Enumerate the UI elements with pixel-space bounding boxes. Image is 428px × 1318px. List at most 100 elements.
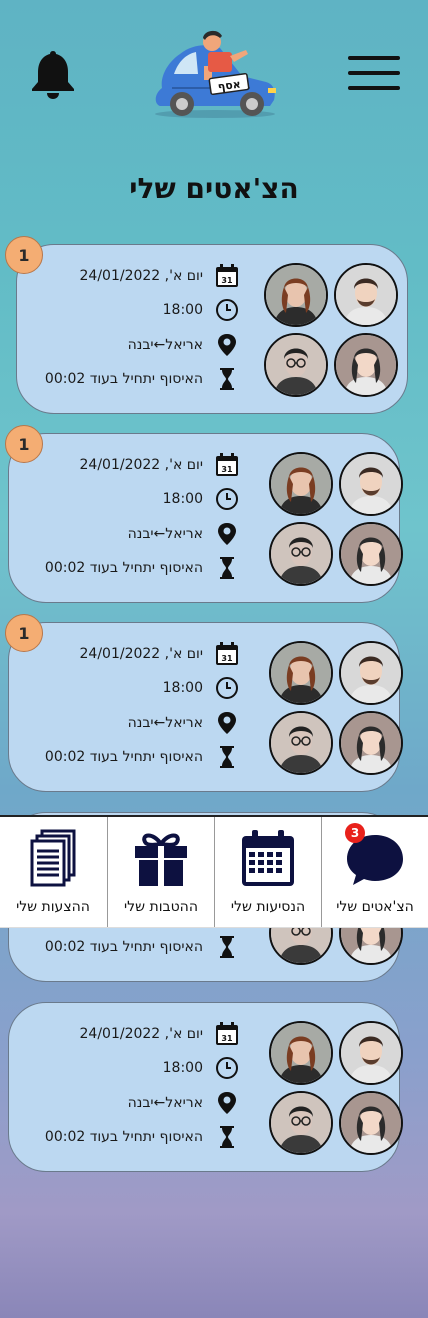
ride-time-row: 18:00 [163, 297, 239, 323]
clock-icon [216, 488, 238, 510]
gift-icon [135, 833, 187, 886]
calendar-icon [242, 830, 294, 886]
ride-date-row: 31 יום א', 24/01/2022 [80, 641, 240, 667]
hourglass-icon [215, 935, 239, 959]
ride-time-row: 18:00 [163, 675, 239, 701]
ride-route: אריאל←יבנה [127, 526, 203, 542]
ride-date-row: 31 יום א', 24/01/2022 [80, 1021, 240, 1047]
chat-card[interactable]: 31 יום א', 24/01/2022 18:00 אריאל←יבנה ה… [8, 622, 403, 792]
location-pin-icon [218, 1092, 236, 1114]
calendar-small-icon: 31 [215, 1022, 239, 1046]
pickup-countdown-row: האיסוף יתחיל בעוד 00:02 [45, 744, 239, 770]
ride-route-row: אריאל←יבנה [128, 1090, 239, 1116]
page-title: הצ'אטים שלי [129, 172, 299, 205]
location-pin-icon [218, 523, 236, 545]
location-pin-icon [218, 334, 236, 356]
nav-chats[interactable]: 3 הצ'אטים שלי [322, 817, 428, 927]
avatar [269, 1091, 333, 1155]
chats-count-badge: 3 [345, 823, 365, 843]
avatar [269, 711, 333, 775]
nav-perks[interactable]: ההטבות שלי [108, 817, 214, 927]
location-pin-icon [215, 333, 239, 357]
ride-route-row: אריאל←יבנה [128, 710, 239, 736]
pickup-countdown-row: האיסוף יתחיל בעוד 00:02 [45, 1124, 239, 1150]
clock-icon [215, 1056, 239, 1080]
ride-route-row: אריאל←יבנה [128, 521, 239, 547]
avatar [269, 452, 333, 516]
calendar-small-icon: 31 [216, 642, 238, 665]
hourglass-icon [220, 368, 234, 390]
ride-time: 18:00 [162, 680, 203, 696]
location-pin-icon [215, 1091, 239, 1115]
avatar [339, 522, 403, 586]
nav-divider [214, 817, 215, 927]
hourglass-icon [220, 746, 234, 768]
calendar-small-icon: 31 [216, 1022, 238, 1045]
nav-offers[interactable]: ההצעות שלי [0, 817, 106, 927]
documents-icon [30, 829, 76, 887]
calendar-small-icon: 31 [216, 453, 238, 476]
svg-text:31: 31 [221, 1034, 233, 1043]
chat-card[interactable]: 31 יום א', 24/01/2022 18:00 אריאל←יבנה ה… [8, 1002, 403, 1172]
avatar [269, 1021, 333, 1085]
pickup-countdown: האיסוף יתחיל בעוד 00:02 [44, 939, 203, 955]
avatar [264, 333, 328, 397]
pickup-countdown-row: האיסוף יתחיל בעוד 00:02 [45, 934, 239, 960]
nav-rides-label: הנסיעות שלי [230, 899, 306, 915]
clock-icon [216, 677, 238, 699]
avatar [339, 711, 403, 775]
pickup-countdown-row: האיסוף יתחיל בעוד 00:02 [45, 555, 239, 581]
nav-rides[interactable]: הנסיעות שלי [215, 817, 321, 927]
pickup-countdown: האיסוף יתחיל בעוד 00:02 [44, 749, 203, 765]
nav-perks-label: ההטבות שלי [124, 899, 198, 915]
pickup-countdown-row: האיסוף יתחיל בעוד 00:02 [45, 366, 239, 392]
calendar-small-icon: 31 [215, 264, 239, 288]
ride-date: יום א', 24/01/2022 [79, 457, 204, 473]
ride-route: אריאל←יבנה [127, 715, 203, 731]
ride-time-row: 18:00 [163, 486, 239, 512]
hourglass-icon [220, 936, 234, 958]
hourglass-icon [215, 745, 239, 769]
ride-time: 18:00 [162, 491, 203, 507]
car-logo: אסף [155, 30, 276, 118]
ride-date: יום א', 24/01/2022 [79, 268, 204, 284]
pickup-countdown: האיסוף יתחיל בעוד 00:02 [44, 560, 203, 576]
ride-route: אריאל←יבנה [127, 337, 203, 353]
calendar-small-icon: 31 [215, 642, 239, 666]
hourglass-icon [220, 557, 234, 579]
location-pin-icon [218, 712, 236, 734]
hourglass-icon [220, 1126, 234, 1148]
avatar [339, 1091, 403, 1155]
menu-icon[interactable] [348, 56, 402, 92]
svg-text:31: 31 [221, 654, 233, 663]
clock-icon [215, 676, 239, 700]
bell-icon[interactable] [30, 48, 76, 100]
location-pin-icon [215, 711, 239, 735]
avatar [269, 641, 333, 705]
ride-time: 18:00 [162, 302, 203, 318]
ride-time-row: 18:00 [163, 1055, 239, 1081]
svg-text:31: 31 [221, 465, 233, 474]
clock-icon [216, 299, 238, 321]
hourglass-icon [215, 1125, 239, 1149]
unread-count-badge: 1 [5, 236, 43, 274]
chat-card[interactable]: 31 יום א', 24/01/2022 18:00 אריאל←יבנה ה… [16, 244, 408, 414]
hourglass-icon [215, 556, 239, 580]
pickup-countdown: האיסוף יתחיל בעוד 00:02 [44, 371, 203, 387]
avatar [334, 333, 398, 397]
pickup-countdown: האיסוף יתחיל בעוד 00:02 [44, 1129, 203, 1145]
calendar-small-icon: 31 [216, 264, 238, 287]
avatar [339, 1021, 403, 1085]
chat-card[interactable]: 31 יום א', 24/01/2022 18:00 אריאל←יבנה ה… [8, 433, 403, 603]
avatar [339, 641, 403, 705]
clock-icon [216, 1057, 238, 1079]
nav-chats-label: הצ'אטים שלי [336, 899, 414, 915]
location-pin-icon [215, 522, 239, 546]
unread-count-badge: 1 [5, 614, 43, 652]
nav-offers-label: ההצעות שלי [16, 899, 90, 915]
avatar [264, 263, 328, 327]
ride-time: 18:00 [162, 1060, 203, 1076]
unread-count-badge: 1 [5, 425, 43, 463]
nav-divider [107, 817, 108, 927]
ride-date-row: 31 יום א', 24/01/2022 [80, 452, 240, 478]
